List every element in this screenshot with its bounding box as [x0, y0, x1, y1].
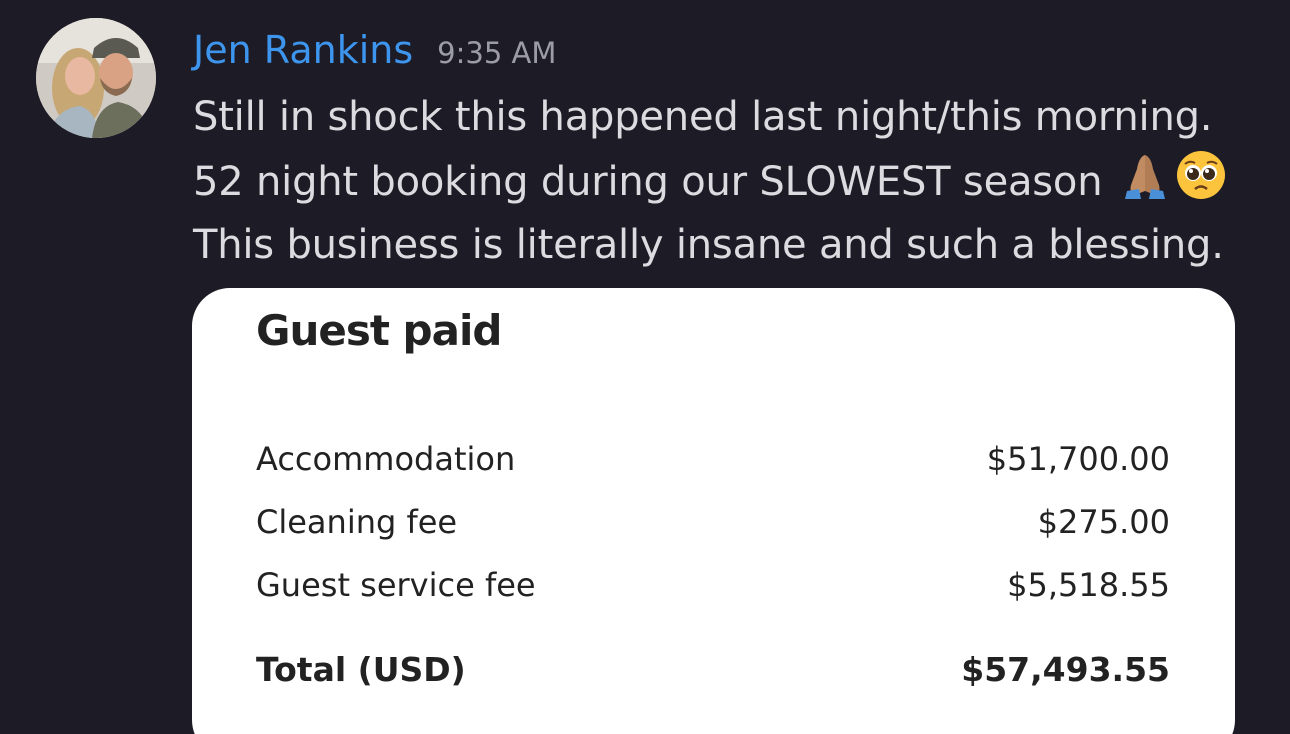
message-line-2: 52 night booking during our SLOWEST seas…	[193, 159, 1103, 205]
message-header: Jen Rankins 9:35 AM	[193, 28, 556, 78]
line-item-label: Accommodation	[256, 440, 516, 478]
total-value: $57,493.55	[961, 650, 1170, 689]
total-row: Total (USD) $57,493.55	[256, 650, 1170, 689]
message-content: Still in shock this happened last night/…	[193, 86, 1263, 277]
payment-card[interactable]: Guest paid Accommodation $51,700.00 Clea…	[192, 288, 1235, 734]
line-item-value: $51,700.00	[986, 440, 1170, 478]
message-line-2-wrapper: 52 night booking during our SLOWEST seas…	[193, 149, 1263, 214]
line-item-accommodation: Accommodation $51,700.00	[256, 440, 1170, 478]
total-label: Total (USD)	[256, 650, 466, 689]
message-line-3: This business is literally insane and su…	[193, 222, 1224, 268]
author-name[interactable]: Jen Rankins	[193, 28, 413, 72]
line-item-value: $5,518.55	[1007, 566, 1170, 604]
folded-hands-icon	[1119, 149, 1171, 201]
chat-message: Jen Rankins 9:35 AM Still in shock this …	[0, 0, 1290, 734]
pleading-face-icon	[1175, 149, 1227, 201]
message-line-1: Still in shock this happened last night/…	[193, 94, 1213, 140]
line-item-cleaning-fee: Cleaning fee $275.00	[256, 503, 1170, 541]
line-item-guest-service-fee: Guest service fee $5,518.55	[256, 566, 1170, 604]
message-timestamp: 9:35 AM	[437, 36, 557, 70]
avatar-photo	[36, 18, 156, 138]
line-item-label: Cleaning fee	[256, 503, 458, 541]
line-item-label: Guest service fee	[256, 566, 536, 604]
card-title: Guest paid	[256, 306, 502, 355]
line-item-value: $275.00	[1037, 503, 1170, 541]
user-avatar[interactable]	[36, 18, 156, 138]
